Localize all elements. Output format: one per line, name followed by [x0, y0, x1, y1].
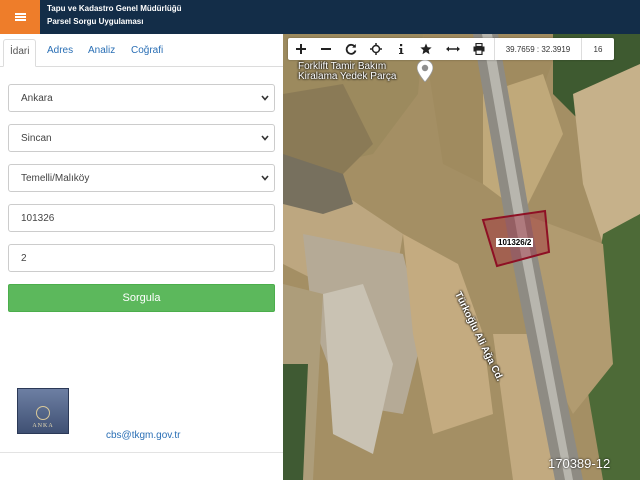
tab-analiz[interactable]: Analiz — [82, 39, 121, 67]
il-select[interactable]: Ankara — [8, 84, 275, 112]
favorite-button[interactable] — [414, 38, 438, 60]
tab-cografi[interactable]: Coğrafi — [125, 39, 169, 67]
hamburger-icon — [14, 13, 26, 21]
poi-label-line2: Kiralama Yedek Parça — [298, 71, 397, 82]
logo-text: ANKA — [32, 423, 54, 429]
ada-input-value: 101326 — [21, 212, 55, 224]
locate-button[interactable] — [364, 38, 388, 60]
chevron-down-icon — [261, 135, 269, 141]
menu-button[interactable] — [0, 0, 40, 34]
poi-label[interactable]: Forklift Tamir Bakım Kiralama Yedek Parç… — [298, 62, 396, 82]
il-select-value: Ankara — [21, 92, 53, 104]
refresh-button[interactable] — [339, 38, 363, 60]
panel-footer — [0, 452, 283, 480]
map-pin-icon[interactable] — [417, 60, 433, 82]
app-header: Tapu ve Kadastro Genel Müdürlüğü Parsel … — [0, 0, 640, 34]
star-icon — [420, 43, 432, 55]
zoom-level-readout: 16 — [593, 44, 603, 54]
parsel-input[interactable]: 2 — [8, 244, 275, 272]
sorgula-button[interactable]: Sorgula — [8, 284, 275, 312]
app-title-line1: Tapu ve Kadastro Genel Müdürlüğü — [47, 4, 182, 13]
mahalle-select-value: Temelli/Malıköy — [21, 172, 90, 184]
logo-emblem-icon — [36, 406, 50, 420]
ilce-select[interactable]: Sincan — [8, 124, 275, 152]
print-icon — [473, 43, 485, 55]
info-button[interactable] — [389, 38, 413, 60]
tab-adres[interactable]: Adres — [41, 39, 79, 67]
zoom-out-icon — [321, 48, 331, 50]
app-title: Tapu ve Kadastro Genel Müdürlüğü Parsel … — [47, 2, 182, 28]
chevron-down-icon — [261, 175, 269, 181]
satellite-imagery — [283, 34, 640, 480]
locate-icon — [370, 43, 382, 55]
tab-bar: İdari Adres Analiz Coğrafi — [0, 34, 283, 67]
measure-icon — [446, 46, 460, 52]
measure-button[interactable] — [441, 38, 465, 60]
refresh-icon — [345, 43, 357, 55]
print-button[interactable] — [467, 38, 491, 60]
parcel-label[interactable]: 101326/2 — [496, 238, 534, 247]
chevron-down-icon — [261, 95, 269, 101]
zoom-out-button[interactable] — [314, 38, 338, 60]
tab-idari[interactable]: İdari — [3, 39, 37, 67]
coordinate-readout: 39.7659 : 32.3919 — [494, 38, 582, 60]
map-toolbar: 39.7659 : 32.3919 16 — [288, 38, 614, 60]
mahalle-select[interactable]: Temelli/Malıköy — [8, 164, 275, 192]
parsel-input-value: 2 — [21, 252, 27, 264]
ilce-select-value: Sincan — [21, 132, 52, 144]
listing-watermark: 170389-12 — [548, 456, 611, 471]
ada-input[interactable]: 101326 — [8, 204, 275, 232]
map-view[interactable] — [283, 34, 640, 480]
anka-logo: ANKA — [17, 388, 69, 434]
app-title-line2: Parsel Sorgu Uygulaması — [47, 17, 144, 26]
zoom-in-icon — [296, 44, 306, 54]
info-icon — [399, 44, 404, 54]
contact-email-link[interactable]: cbs@tkgm.gov.tr — [106, 430, 180, 441]
zoom-in-button[interactable] — [289, 38, 313, 60]
